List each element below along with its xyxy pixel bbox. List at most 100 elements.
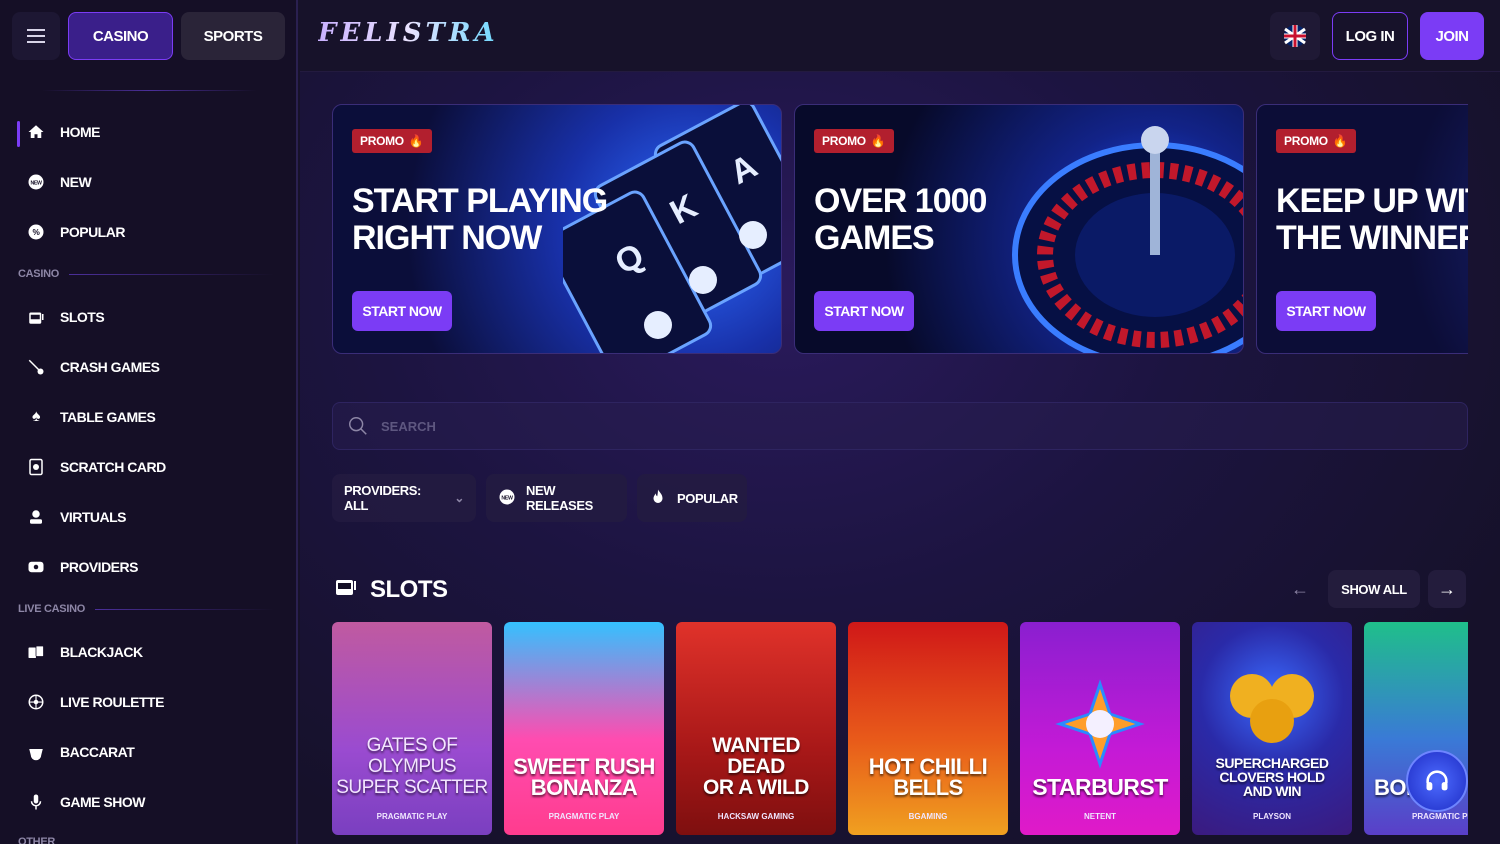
slot-machine-icon xyxy=(26,307,46,327)
filter-label: NEW RELEASES xyxy=(526,483,593,513)
providers-icon xyxy=(26,557,46,577)
star-gem-icon xyxy=(1055,679,1145,769)
search-bar[interactable] xyxy=(332,402,1468,450)
sidebar-item-label: SLOTS xyxy=(60,309,105,325)
slots-section-header: SLOTS xyxy=(334,574,448,605)
sidebar-item-baccarat[interactable]: BACCARAT xyxy=(0,730,298,774)
logo[interactable]: FELISTRA xyxy=(318,18,499,48)
sidebar-item-label: LIVE ROULETTE xyxy=(60,694,164,710)
slots-carousel: GATES OF OLYMPUS SUPER SCATTER PRAGMATIC … xyxy=(332,622,1468,844)
arrow-left-icon[interactable]: ← xyxy=(1281,570,1319,608)
section-casino: CASINO xyxy=(18,268,274,280)
spade-icon: ♠ xyxy=(32,408,41,425)
svg-text:%: % xyxy=(33,228,41,237)
slots-title: SLOTS xyxy=(370,575,448,603)
cards-icon xyxy=(26,642,46,662)
game-provider: NETENT xyxy=(1084,812,1116,821)
sports-tab[interactable]: SPORTS xyxy=(181,12,285,60)
microphone-icon xyxy=(26,792,46,812)
svg-text:NEW: NEW xyxy=(501,495,513,501)
filter-new-releases[interactable]: NEW NEW RELEASES xyxy=(486,474,627,522)
providers-dropdown[interactable]: PROVIDERS: ALL ⌄ xyxy=(332,474,476,522)
game-provider: HACKSAW GAMING xyxy=(717,812,795,821)
scratch-card-icon xyxy=(26,457,46,477)
game-title: STARBURST xyxy=(1032,774,1168,800)
sidebar-item-live-roulette[interactable]: LIVE ROULETTE xyxy=(0,680,298,724)
comet-icon xyxy=(26,357,46,377)
game-provider: PRAGMATIC PLAY xyxy=(548,812,620,821)
game-provider: PLAYSON xyxy=(1253,812,1291,821)
sidebar-topbar: CASINO SPORTS xyxy=(0,0,298,72)
sidebar-item-home[interactable]: HOME xyxy=(0,110,298,154)
game-title: SWEET RUSH BONANZA xyxy=(513,754,655,800)
game-title: HOT CHILLI BELLS xyxy=(868,754,988,800)
sidebar-item-label: GAME SHOW xyxy=(60,794,145,810)
sidebar-item-virtuals[interactable]: VIRTUALS xyxy=(0,495,298,539)
menu-icon[interactable] xyxy=(12,12,60,60)
start-now-button[interactable]: START NOW xyxy=(352,291,452,331)
game-provider: BGAMING xyxy=(908,812,948,821)
sidebar-item-crash-games[interactable]: CRASH GAMES xyxy=(0,345,298,389)
game-card[interactable]: HOT CHILLI BELLS BGAMING xyxy=(848,622,1008,835)
sidebar-item-label: NEW xyxy=(60,174,92,190)
sidebar-item-label: BLACKJACK xyxy=(60,644,143,660)
clover-icon xyxy=(1230,674,1314,743)
sidebar-item-label: PROVIDERS xyxy=(60,559,138,575)
popular-icon: % xyxy=(26,222,46,242)
sidebar-item-label: BACCARAT xyxy=(60,744,135,760)
slot-machine-icon xyxy=(334,574,358,605)
chevron-down-icon: ⌄ xyxy=(454,491,464,505)
game-card[interactable]: SWEET RUSH BONANZA PRAGMATIC PLAY xyxy=(504,622,664,835)
sidebar-item-popular[interactable]: % POPULAR xyxy=(0,210,298,254)
sidebar-item-table-games[interactable]: ♠ TABLE GAMES xyxy=(0,395,298,439)
sidebar-item-slots[interactable]: SLOTS xyxy=(0,295,298,339)
fire-icon: 🔥 xyxy=(408,134,424,148)
search-input[interactable] xyxy=(381,418,781,434)
sidebar-item-label: TABLE GAMES xyxy=(60,409,156,425)
game-card[interactable]: WANTED DEAD OR A WILD HACKSAW GAMING xyxy=(676,622,836,835)
game-title: SUPERCHARGED CLOVERS HOLD AND WIN xyxy=(1215,755,1329,799)
game-provider: PRAGMATIC PLA xyxy=(1412,812,1468,821)
filter-popular[interactable]: POPULAR xyxy=(637,474,747,522)
join-button[interactable]: JOIN xyxy=(1420,12,1484,60)
divider xyxy=(42,90,256,91)
promo-banner[interactable]: A K Q PROMO 🔥 START PLAYING RIGHT NOW STAR… xyxy=(332,104,782,354)
fire-icon xyxy=(649,488,667,509)
casino-tab[interactable]: CASINO xyxy=(68,12,173,60)
sidebar-item-label: POPULAR xyxy=(60,224,125,240)
start-now-button[interactable]: START NOW xyxy=(814,291,914,331)
headset-icon[interactable] xyxy=(1406,750,1468,812)
game-title: GATES OF OLYMPUS SUPER SCATTER xyxy=(336,735,488,798)
language-flag-icon[interactable] xyxy=(1270,12,1320,60)
sidebar-item-blackjack[interactable]: BLACKJACK xyxy=(0,630,298,674)
sidebar-item-providers[interactable]: PROVIDERS xyxy=(0,545,298,589)
banner-title: KEEP UP WITHTHE WINNERS xyxy=(1276,182,1468,257)
new-badge-icon: NEW xyxy=(26,172,46,192)
new-badge-icon: NEW xyxy=(498,488,516,509)
sidebar-item-label: CRASH GAMES xyxy=(60,359,160,375)
sidebar: CASINO SPORTS HOME NEW NEW % POPULAR CAS… xyxy=(0,0,298,844)
arrow-right-icon[interactable]: → xyxy=(1428,570,1466,608)
promo-badge: PROMO 🔥 xyxy=(1276,129,1356,153)
sidebar-item-new[interactable]: NEW NEW xyxy=(0,160,298,204)
sidebar-item-label: HOME xyxy=(60,124,101,140)
virtuals-icon xyxy=(26,507,46,527)
game-title: WANTED DEAD OR A WILD xyxy=(703,734,809,799)
promo-banner[interactable]: PROMO 🔥 OVER 1000 GAMES START NOW xyxy=(794,104,1244,354)
game-card[interactable]: GATES OF OLYMPUS SUPER SCATTER PRAGMATIC … xyxy=(332,622,492,835)
start-now-button[interactable]: START NOW xyxy=(1276,291,1376,331)
login-button[interactable]: LOG IN xyxy=(1332,12,1408,60)
sidebar-item-game-show[interactable]: GAME SHOW xyxy=(0,780,298,824)
game-card[interactable]: STARBURST NETENT xyxy=(1020,622,1180,835)
providers-label: PROVIDERS: ALL xyxy=(344,483,421,513)
show-all-button[interactable]: SHOW ALL xyxy=(1328,570,1420,608)
promo-badge: PROMO 🔥 xyxy=(814,129,894,153)
banner-title: START PLAYING RIGHT NOW xyxy=(352,182,608,257)
game-card[interactable]: SUPERCHARGED CLOVERS HOLD AND WIN PLAYSON xyxy=(1192,622,1352,835)
sidebar-item-scratch-card[interactable]: SCRATCH CARD xyxy=(0,445,298,489)
promo-carousel: A K Q PROMO 🔥 START PLAYING RIGHT NOW STAR… xyxy=(332,104,1468,354)
baccarat-icon xyxy=(26,742,46,762)
promo-badge: PROMO 🔥 xyxy=(352,129,432,153)
search-icon xyxy=(349,417,367,435)
promo-banner[interactable]: PROMO🔥 KEEP UP WITHTHE WINNERS START NOW xyxy=(1256,104,1468,354)
